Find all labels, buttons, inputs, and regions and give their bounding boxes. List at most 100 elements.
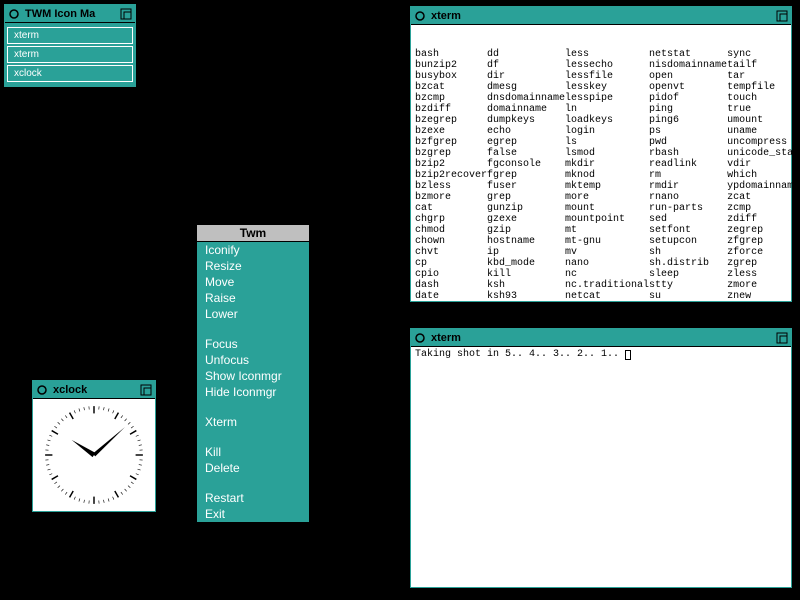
menu-item-show-iconmgr[interactable]: Show Iconmgr xyxy=(197,368,309,384)
xterm-window-countdown: xterm Taking shot in 5.. 4.. 3.. 2.. 1.. xyxy=(410,328,792,588)
command-name: kill xyxy=(487,269,565,280)
window-menu-icon[interactable] xyxy=(413,331,427,345)
command-name: sh xyxy=(649,247,727,258)
command-name: lesskey xyxy=(565,82,649,93)
command-name: znew xyxy=(727,291,800,302)
command-name: dmesg xyxy=(487,82,565,93)
iconmgr-item[interactable]: xterm xyxy=(7,27,133,44)
countdown-text: Taking shot in 5.. 4.. 3.. 2.. 1.. xyxy=(415,349,625,360)
command-name: chvt xyxy=(415,247,487,258)
command-name: fgrep xyxy=(487,170,565,181)
command-name: echo xyxy=(487,126,565,137)
command-name: ps xyxy=(649,126,727,137)
command-name: chown xyxy=(415,236,487,247)
menu-item-xterm[interactable]: Xterm xyxy=(197,414,309,430)
command-name: kbd_mode xyxy=(487,258,565,269)
window-menu-icon[interactable] xyxy=(413,9,427,23)
command-name: ping xyxy=(649,104,727,115)
menu-item-exit[interactable]: Exit xyxy=(197,506,309,522)
command-name: ksh xyxy=(487,280,565,291)
xclock-titlebar[interactable]: xclock xyxy=(33,381,155,399)
command-name: bzexe xyxy=(415,126,487,137)
command-name: fuser xyxy=(487,181,565,192)
command-name: bzgrep xyxy=(415,148,487,159)
menu-item-focus[interactable]: Focus xyxy=(197,336,309,352)
twm-root-menu: Twm IconifyResizeMoveRaiseLowerFocusUnfo… xyxy=(196,224,310,523)
command-name: chmod xyxy=(415,225,487,236)
command-name: lessecho xyxy=(565,60,649,71)
menu-item-move[interactable]: Move xyxy=(197,274,309,290)
command-name: bzfgrep xyxy=(415,137,487,148)
command-name: tar xyxy=(727,71,800,82)
ls-column: netstatnisdomainnameopenopenvtpidofpingp… xyxy=(649,49,727,302)
menu-separator xyxy=(197,430,309,444)
iconmgr-item[interactable]: xclock xyxy=(7,65,133,82)
command-name: zcat xyxy=(727,192,800,203)
command-name: dumpkeys xyxy=(487,115,565,126)
command-name: sleep xyxy=(649,269,727,280)
menu-item-delete[interactable]: Delete xyxy=(197,460,309,476)
menu-item-hide-iconmgr[interactable]: Hide Iconmgr xyxy=(197,384,309,400)
command-name: cp xyxy=(415,258,487,269)
command-name: zgrep xyxy=(727,258,800,269)
menu-item-lower[interactable]: Lower xyxy=(197,306,309,322)
command-name: less xyxy=(565,49,649,60)
command-name: cat xyxy=(415,203,487,214)
command-name: zcmp xyxy=(727,203,800,214)
xterm2-terminal[interactable]: Taking shot in 5.. 4.. 3.. 2.. 1.. xyxy=(411,347,791,587)
command-name: pidof xyxy=(649,93,727,104)
command-name: nc xyxy=(565,269,649,280)
resize-icon[interactable] xyxy=(119,7,133,21)
command-name: bzdiff xyxy=(415,104,487,115)
command-name: netcat xyxy=(565,291,649,302)
command-name: rbash xyxy=(649,148,727,159)
command-name: zdiff xyxy=(727,214,800,225)
command-name: domainname xyxy=(487,104,565,115)
command-name: loadkeys xyxy=(565,115,649,126)
xterm1-terminal[interactable]: bashbunzip2busyboxbzcatbzcmpbzdiffbzegre… xyxy=(411,25,791,301)
command-name: true xyxy=(727,104,800,115)
command-name: tailf xyxy=(727,60,800,71)
command-name: bash xyxy=(415,49,487,60)
iconmgr-titlebar[interactable]: TWM Icon Ma xyxy=(5,5,135,23)
iconmgr-item[interactable]: xterm xyxy=(7,46,133,63)
command-name: bunzip2 xyxy=(415,60,487,71)
command-name: dnsdomainname xyxy=(487,93,565,104)
command-name: bzegrep xyxy=(415,115,487,126)
command-name: bzip2recover xyxy=(415,170,487,181)
menu-item-iconify[interactable]: Iconify xyxy=(197,242,309,258)
command-name: dd xyxy=(487,49,565,60)
menu-item-restart[interactable]: Restart xyxy=(197,490,309,506)
resize-icon[interactable] xyxy=(775,9,789,23)
resize-icon[interactable] xyxy=(775,331,789,345)
menu-item-raise[interactable]: Raise xyxy=(197,290,309,306)
xterm1-titlebar[interactable]: xterm xyxy=(411,7,791,25)
xterm2-title: xterm xyxy=(427,332,775,344)
command-name: ksh93 xyxy=(487,291,565,302)
xterm2-titlebar[interactable]: xterm xyxy=(411,329,791,347)
command-name: date xyxy=(415,291,487,302)
window-menu-icon[interactable] xyxy=(7,7,21,21)
command-name: uncompress xyxy=(727,137,800,148)
command-name: lessfile xyxy=(565,71,649,82)
command-name: rnano xyxy=(649,192,727,203)
menu-item-unfocus[interactable]: Unfocus xyxy=(197,352,309,368)
command-name: netstat xyxy=(649,49,727,60)
command-name: mt-gnu xyxy=(565,236,649,247)
menu-item-kill[interactable]: Kill xyxy=(197,444,309,460)
command-name: mkdir xyxy=(565,159,649,170)
command-name: mknod xyxy=(565,170,649,181)
command-name: egrep xyxy=(487,137,565,148)
command-name: nc.traditional xyxy=(565,280,649,291)
menu-separator xyxy=(197,476,309,490)
command-name: sync xyxy=(727,49,800,60)
resize-icon[interactable] xyxy=(139,383,153,397)
command-name: su xyxy=(649,291,727,302)
command-name: gzip xyxy=(487,225,565,236)
command-name: sh.distrib xyxy=(649,258,727,269)
menu-item-resize[interactable]: Resize xyxy=(197,258,309,274)
command-name: vdir xyxy=(727,159,800,170)
command-name: bzcmp xyxy=(415,93,487,104)
window-menu-icon[interactable] xyxy=(35,383,49,397)
command-name: bzless xyxy=(415,181,487,192)
